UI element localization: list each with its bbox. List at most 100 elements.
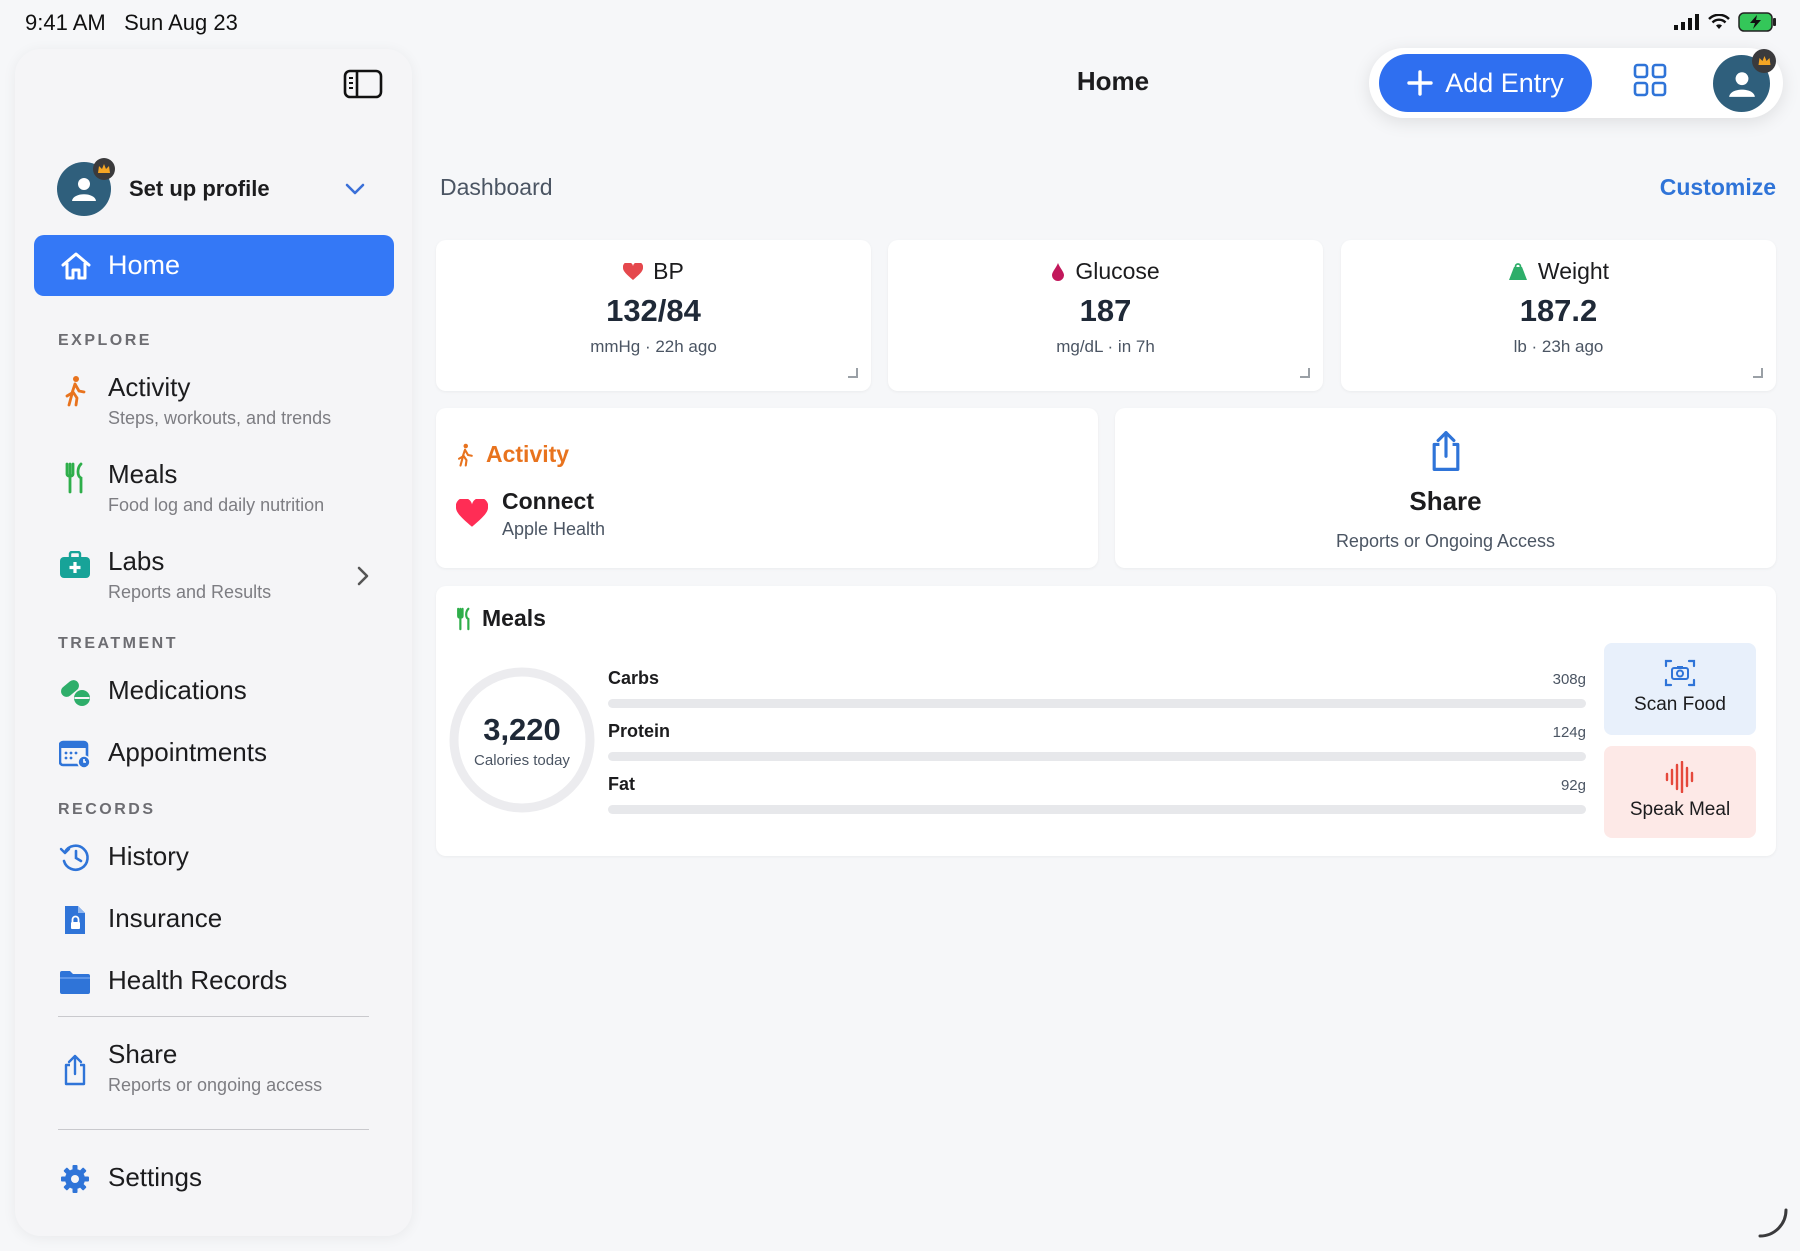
grid-view-icon[interactable] [1632, 62, 1668, 98]
person-icon [1728, 71, 1755, 97]
macro-bar [608, 699, 1586, 708]
resize-handle-icon[interactable] [1753, 368, 1763, 378]
sidebar-item-title: Settings [108, 1162, 202, 1192]
sidebar-item-subtitle: Steps, workouts, and trends [108, 408, 332, 428]
connect-apple-health[interactable]: Connect Apple Health [456, 488, 605, 540]
macro-name: Carbs [608, 668, 660, 688]
metric-card-weight[interactable]: Weight 187.2 lb · 23h ago [1341, 240, 1776, 391]
add-entry-button[interactable]: Add Entry [1379, 54, 1592, 112]
macro-bar [608, 805, 1586, 814]
status-indicators [1674, 12, 1778, 32]
share-card[interactable]: Share Reports or Ongoing Access [1115, 408, 1776, 568]
scan-food-button[interactable]: Scan Food [1604, 643, 1756, 735]
macro-name: Fat [608, 774, 635, 794]
section-header-explore: EXPLORE [58, 332, 152, 349]
waveform-icon [1604, 761, 1756, 793]
insurance-document-icon [58, 903, 92, 937]
pills-icon [58, 675, 92, 709]
wifi-icon [1708, 14, 1730, 30]
chevron-down-icon [345, 183, 365, 195]
metric-card-bp[interactable]: BP 132/84 mmHg · 22h ago [436, 240, 871, 391]
metric-subtitle: mg/dL · in 7h [1056, 337, 1155, 356]
calories-label: Calories today [474, 752, 570, 769]
metric-title: BP [653, 258, 684, 284]
health-heart-icon [456, 499, 488, 529]
sidebar-item-subtitle: Reports and Results [108, 582, 272, 602]
avatar [57, 158, 115, 216]
sidebar-item-title: Labs [108, 546, 165, 576]
share-subtitle: Reports or Ongoing Access [1335, 531, 1556, 551]
sidebar-item-appointments[interactable]: Appointments [58, 735, 388, 771]
history-clock-icon [58, 841, 92, 875]
page-title: Home [1076, 66, 1150, 96]
account-avatar-button[interactable] [1713, 49, 1776, 112]
sidebar-item-activity[interactable]: Activity Steps, workouts, and trends [58, 372, 388, 429]
sidebar-item-settings[interactable]: Settings [58, 1160, 388, 1196]
dashboard-label: Dashboard [440, 174, 553, 200]
sidebar-item-title: Activity [108, 372, 191, 402]
medical-kit-icon [58, 548, 92, 582]
metric-subtitle: lb · 23h ago [1513, 337, 1604, 356]
sidebar-item-health-records[interactable]: Health Records [58, 963, 388, 999]
sidebar-item-title: Appointments [108, 737, 267, 767]
profile-selector[interactable]: Set up profile [57, 158, 377, 217]
metric-card-glucose[interactable]: Glucose 187 mg/dL · in 7h [888, 240, 1323, 391]
macro-bar [608, 752, 1586, 761]
drop-icon [1051, 262, 1065, 282]
metric-value: 187.2 [1519, 293, 1598, 328]
camera-scan-icon [1604, 658, 1756, 688]
heart-icon [623, 262, 644, 281]
metric-value: 132/84 [606, 293, 701, 328]
crown-icon [93, 158, 115, 180]
connect-title: Connect [502, 488, 594, 514]
sidebar-item-home[interactable]: Home [34, 235, 394, 296]
activity-card[interactable]: Activity Connect Apple Health [436, 408, 1098, 568]
sidebar-toggle-icon[interactable] [343, 69, 383, 99]
house-icon [60, 251, 92, 281]
scan-food-label: Scan Food [1634, 694, 1726, 715]
calories-value: 3,220 [483, 712, 561, 747]
status-time: 9:41 AM Sun Aug 23 [25, 10, 238, 35]
sidebar-item-meals[interactable]: Meals Food log and daily nutrition [58, 459, 388, 516]
meals-card: Meals 3,220 Calories today Carbs 308g Pro… [436, 586, 1776, 856]
customize-button[interactable]: Customize [1620, 174, 1776, 201]
profile-label: Set up profile [129, 176, 270, 201]
resize-handle-icon[interactable] [1300, 368, 1310, 378]
meals-title: Meals [482, 605, 546, 631]
share-icon [1115, 430, 1776, 472]
metric-title: Weight [1537, 258, 1610, 284]
section-header-treatment: TREATMENT [58, 635, 178, 652]
chevron-right-icon [357, 566, 369, 586]
macro-amount: 308g [1552, 671, 1586, 688]
sidebar-item-labs[interactable]: Labs Reports and Results [58, 546, 388, 603]
sidebar-item-subtitle: Reports or ongoing access [108, 1075, 323, 1095]
gear-icon [58, 1162, 92, 1196]
macro-carbs: Carbs 308g [608, 668, 1586, 708]
sidebar-item-title: Medications [108, 675, 247, 705]
activity-card-title: Activity [486, 441, 570, 467]
calendar-clock-icon [58, 737, 92, 771]
resize-handle-icon[interactable] [848, 368, 858, 378]
add-entry-label: Add Entry [1445, 67, 1564, 98]
sidebar-item-insurance[interactable]: Insurance [58, 901, 388, 937]
plus-icon [1407, 70, 1433, 96]
metric-subtitle: mmHg · 22h ago [590, 337, 717, 356]
person-icon [72, 178, 96, 201]
sidebar-item-medications[interactable]: Medications [58, 673, 388, 709]
sidebar-item-title: History [108, 841, 189, 871]
speak-meal-button[interactable]: Speak Meal [1604, 746, 1756, 838]
macro-amount: 124g [1552, 724, 1586, 741]
macro-name: Protein [608, 721, 671, 741]
metric-value: 187 [1079, 293, 1132, 328]
fork-knife-icon [58, 461, 92, 495]
sidebar-item-title: Meals [108, 459, 178, 489]
speak-meal-label: Speak Meal [1629, 799, 1731, 820]
window-resize-handle-icon[interactable] [1758, 1208, 1788, 1238]
sidebar-item-share[interactable]: Share Reports or ongoing access [58, 1039, 388, 1096]
sidebar-item-title: Health Records [108, 965, 288, 995]
sidebar-item-history[interactable]: History [58, 839, 388, 875]
metric-title: Glucose [1075, 258, 1160, 284]
fork-knife-icon [456, 607, 472, 631]
divider [58, 1129, 369, 1130]
share-icon [58, 1053, 92, 1087]
